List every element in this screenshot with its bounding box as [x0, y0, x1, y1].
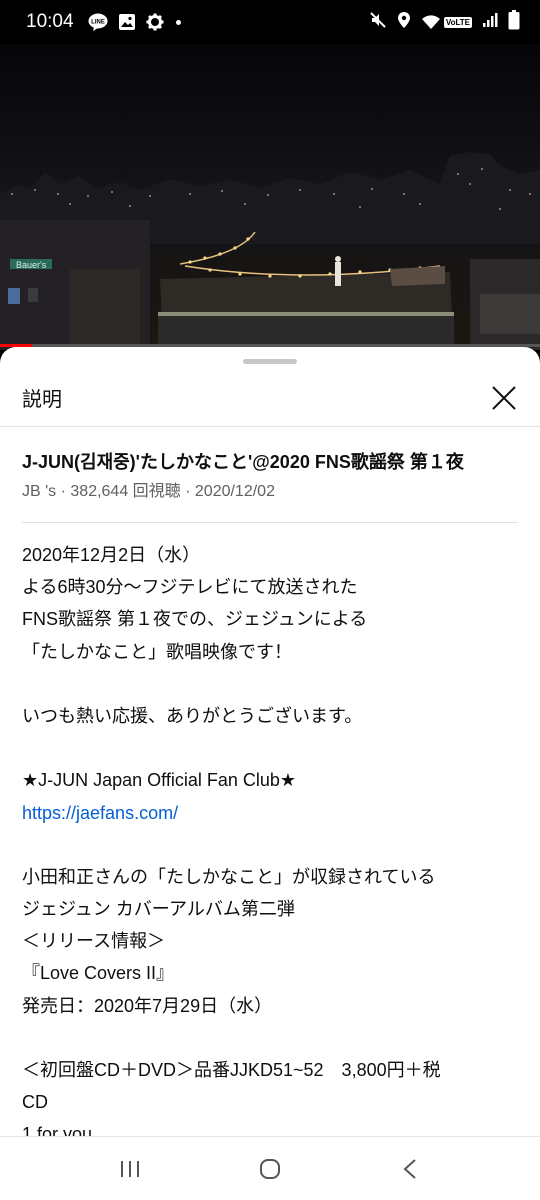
- status-bar: 10:04 LINE VoLTE: [0, 0, 540, 44]
- divider: [22, 522, 518, 523]
- location-icon: [397, 11, 411, 34]
- video-frame: Bauer's: [0, 44, 540, 350]
- description-line: CD: [22, 1092, 48, 1113]
- description-line: 『Love Covers II』: [22, 963, 175, 984]
- description-line: 発売日：2020年7月29日（水）: [22, 995, 273, 1016]
- description-line: ★J-JUN Japan Official Fan Club★: [22, 770, 297, 791]
- description-link[interactable]: https://jaefans.com/: [22, 797, 518, 829]
- notification-dot: [175, 19, 181, 25]
- description-line: ＜初回盤CD＋DVD＞品番JJKD51~52 3,800円＋税: [22, 1060, 441, 1080]
- panel-header: 説明: [0, 369, 540, 427]
- description-line: [22, 668, 518, 700]
- description-line: 小田和正さんの「たしかなこと」が収録されている: [22, 866, 436, 887]
- status-time: 10:04: [26, 11, 74, 32]
- line-icon: LINE: [88, 13, 108, 31]
- description-line: いつも熱い応援、ありがとうございます。: [22, 705, 363, 726]
- close-icon: [492, 385, 516, 410]
- description-line: [22, 1022, 518, 1054]
- home-icon: [260, 1158, 280, 1179]
- video-title: J-JUN(김재중)'たしかなこと'@2020 FNS歌謡祭 第１夜: [22, 452, 464, 472]
- battery-icon: [508, 9, 520, 35]
- volte-label: VoLTE: [443, 16, 472, 28]
- mute-icon: [369, 11, 387, 34]
- panel-title: 説明: [22, 389, 62, 411]
- description-line: よる6時30分～フジテレビにて放送された: [22, 577, 358, 598]
- svg-text:LINE: LINE: [91, 20, 105, 26]
- close-button[interactable]: [488, 382, 520, 414]
- video-sign-text: Bauer's: [16, 260, 47, 270]
- recent-apps-button[interactable]: [100, 1149, 160, 1189]
- video-meta: JB 's · 382,644 回視聴 · 2020/12/02: [22, 483, 275, 500]
- settings-icon: [146, 13, 164, 31]
- video-player[interactable]: Bauer's: [0, 44, 540, 350]
- description-line: 「たしかなこと」歌唱映像です！: [22, 641, 292, 662]
- description-line: ＜リリース情報＞: [22, 931, 166, 952]
- navigation-bar: [0, 1136, 540, 1200]
- description-panel: 説明 J-JUN(김재중)'たしかなこと'@2020 FNS歌謡祭 第１夜 JB…: [0, 347, 540, 1136]
- description-line: [22, 732, 518, 764]
- description-line: FNS歌謡祭 第１夜での、ジェジュンによる: [22, 609, 368, 630]
- gallery-icon: [118, 13, 136, 31]
- status-right-icons: VoLTE: [369, 9, 520, 35]
- home-button[interactable]: [240, 1149, 300, 1189]
- drag-handle[interactable]: [243, 359, 297, 364]
- description-line: [22, 829, 518, 861]
- panel-content: J-JUN(김재중)'たしかなこと'@2020 FNS歌謡祭 第１夜 JB 's…: [22, 449, 518, 1136]
- wifi-volte-icon: VoLTE: [421, 14, 472, 30]
- description-line: 2020年12月2日（水）: [22, 545, 201, 565]
- description-text: 2020年12月2日（水） よる6時30分～フジテレビにて放送された FNS歌謡祭 …: [22, 539, 518, 1136]
- back-icon: [403, 1158, 416, 1179]
- recent-apps-icon: [121, 1160, 139, 1177]
- description-line: ジェジュン カバーアルバム第二弾: [22, 899, 295, 920]
- description-line: 1.for you...: [22, 1124, 108, 1136]
- back-button[interactable]: [380, 1149, 440, 1189]
- signal-icon: [482, 12, 498, 33]
